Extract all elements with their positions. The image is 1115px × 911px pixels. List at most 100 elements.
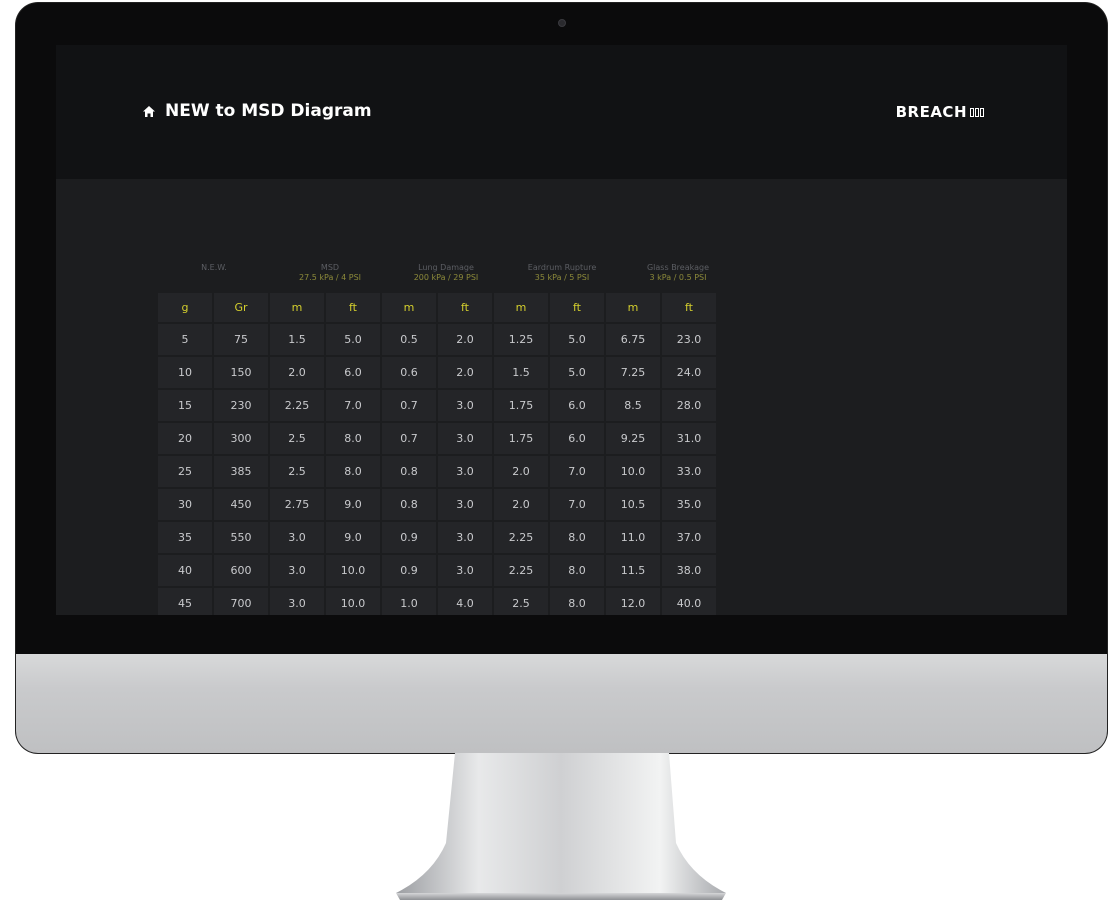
table-cell: 8.0 (326, 456, 380, 487)
table-cell: 37.0 (662, 522, 716, 553)
table-row: 35 550 3.0 9.0 0.9 3.0 2.25 8.0 11.0 37.0 (158, 522, 716, 553)
table-cell: 385 (214, 456, 268, 487)
table-cell: 600 (214, 555, 268, 586)
table-cell: 3.0 (438, 390, 492, 421)
table-cell: 1.25 (494, 324, 548, 355)
table-cell: 0.8 (382, 456, 436, 487)
table-cell: 0.9 (382, 555, 436, 586)
table-cell: 2.75 (270, 489, 324, 520)
camera-icon (558, 19, 566, 27)
table-cell: 10 (158, 357, 212, 388)
table-cell: 3.0 (438, 456, 492, 487)
table-cell: 15 (158, 390, 212, 421)
table-cell: 5 (158, 324, 212, 355)
monitor-frame: NEW to MSD Diagram BREACH N.E.W. MSD 27.5… (16, 3, 1107, 753)
table-cell: 1.75 (494, 390, 548, 421)
group-header-row: N.E.W. MSD 27.5 kPa / 4 PSI Lung Damage 20… (158, 263, 738, 289)
table-cell: 2.0 (438, 324, 492, 355)
monitor-chin (16, 654, 1107, 753)
table-cell: 33.0 (662, 456, 716, 487)
table-cell: m (606, 293, 660, 322)
table-cell: 2.0 (494, 456, 548, 487)
table-cell: 3.0 (438, 522, 492, 553)
table-cell: 2.25 (270, 390, 324, 421)
table-cell: 10.0 (326, 555, 380, 586)
table-row: 45 700 3.0 10.0 1.0 4.0 2.5 8.0 12.0 40.0 (158, 588, 716, 615)
table-row: 25 385 2.5 8.0 0.8 3.0 2.0 7.0 10.0 33.0 (158, 456, 716, 487)
table-cell: 8.0 (326, 423, 380, 454)
table-cell: 6.0 (326, 357, 380, 388)
table-cell: ft (438, 293, 492, 322)
table-cell: 8.0 (550, 588, 604, 615)
table-cell: 1.75 (494, 423, 548, 454)
table-cell: ft (662, 293, 716, 322)
table-cell: 7.0 (326, 390, 380, 421)
table-cell: 10.5 (606, 489, 660, 520)
table-cell: 0.9 (382, 522, 436, 553)
table-cell: 31.0 (662, 423, 716, 454)
table-cell: 6.0 (550, 423, 604, 454)
table-cell: m (382, 293, 436, 322)
table-cell: 2.5 (270, 456, 324, 487)
table-cell: 2.0 (438, 357, 492, 388)
table-cell: 0.6 (382, 357, 436, 388)
brand-text: BREACH (895, 103, 967, 121)
table-cell: 25 (158, 456, 212, 487)
table-cell: 9.25 (606, 423, 660, 454)
table-cell: 3.0 (270, 588, 324, 615)
group-header-lung-damage: Lung Damage 200 kPa / 29 PSI (413, 263, 479, 282)
table-cell: ft (550, 293, 604, 322)
unit-header-row: g Gr m ft m ft m ft m ft (158, 293, 716, 322)
table-cell: 3.0 (438, 555, 492, 586)
table-cell: 1.5 (494, 357, 548, 388)
app-header: NEW to MSD Diagram BREACH (56, 45, 1067, 179)
brand-logo[interactable]: BREACH (896, 103, 984, 121)
table-cell: 35.0 (662, 489, 716, 520)
table-cell: 8.0 (550, 555, 604, 586)
home-icon[interactable] (142, 105, 156, 118)
table-cell: 5.0 (550, 324, 604, 355)
table-cell: 2.5 (494, 588, 548, 615)
table-cell: Gr (214, 293, 268, 322)
table-cell: 0.5 (382, 324, 436, 355)
table-cell: 700 (214, 588, 268, 615)
table-cell: m (494, 293, 548, 322)
table-cell: 7.0 (550, 489, 604, 520)
table-cell: 8.0 (550, 522, 604, 553)
table-row: 20 300 2.5 8.0 0.7 3.0 1.75 6.0 9.25 31.0 (158, 423, 716, 454)
table-cell: 450 (214, 489, 268, 520)
table-cell: g (158, 293, 212, 322)
table-cell: 0.7 (382, 390, 436, 421)
page-title[interactable]: NEW to MSD Diagram (142, 101, 372, 121)
table-cell: 5.0 (550, 357, 604, 388)
table-cell: 150 (214, 357, 268, 388)
table-cell: 75 (214, 324, 268, 355)
table-cell: 550 (214, 522, 268, 553)
blast-distance-table: N.E.W. MSD 27.5 kPa / 4 PSI Lung Damage 20… (158, 263, 738, 615)
brand-mark-icon (970, 107, 984, 117)
table-cell: 7.25 (606, 357, 660, 388)
table-cell: 40.0 (662, 588, 716, 615)
table-cell: 7.0 (550, 456, 604, 487)
table-cell: 9.0 (326, 522, 380, 553)
table-cell: 0.8 (382, 489, 436, 520)
group-header-msd: MSD 27.5 kPa / 4 PSI (298, 263, 362, 282)
table-cell: 23.0 (662, 324, 716, 355)
monitor-stand (0, 753, 1115, 907)
table-cell: 2.25 (494, 522, 548, 553)
table-cell: m (270, 293, 324, 322)
table-cell: 2.25 (494, 555, 548, 586)
table-cell: 2.0 (494, 489, 548, 520)
table-cell: 6.0 (550, 390, 604, 421)
table-cell: 10.0 (606, 456, 660, 487)
table-cell: 24.0 (662, 357, 716, 388)
table-cell: 2.0 (270, 357, 324, 388)
table-cell: 3.0 (270, 555, 324, 586)
page-title-text: NEW to MSD Diagram (165, 101, 372, 121)
table-cell: 0.7 (382, 423, 436, 454)
table-row: 30 450 2.75 9.0 0.8 3.0 2.0 7.0 10.5 35.0 (158, 489, 716, 520)
table-cell: 230 (214, 390, 268, 421)
table-cell: 38.0 (662, 555, 716, 586)
table-cell: 28.0 (662, 390, 716, 421)
table-cell: 12.0 (606, 588, 660, 615)
